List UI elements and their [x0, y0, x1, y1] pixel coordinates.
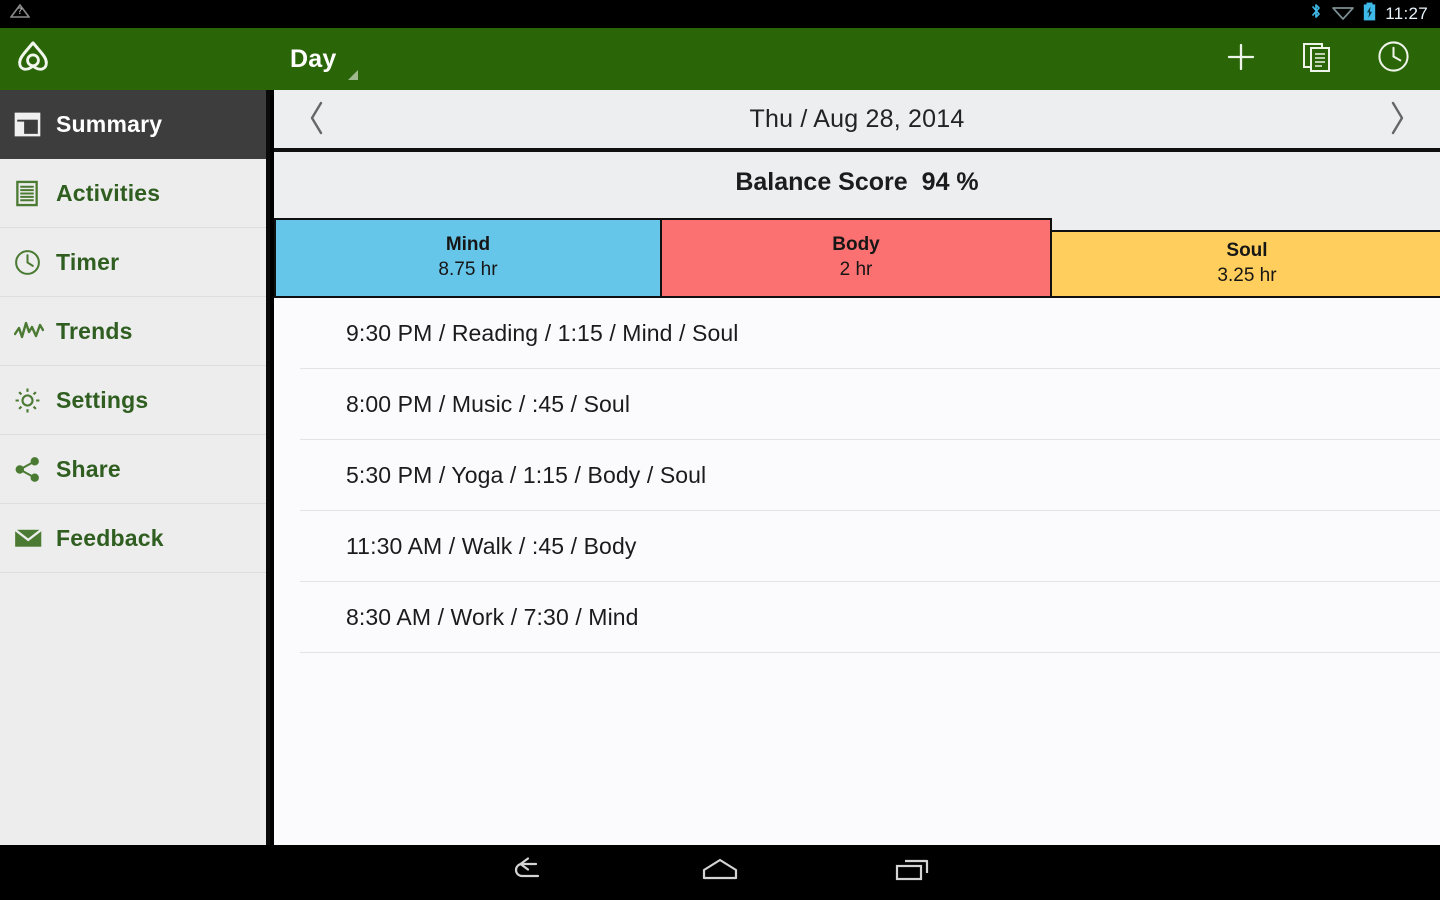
- category-breakdown-bar: Mind 8.75 hr Body 2 hr Soul 3.25 hr: [274, 212, 1440, 298]
- activity-text: 8:00 PM / Music / :45 / Soul: [346, 390, 631, 417]
- copy-documents-icon: [1302, 41, 1332, 78]
- share-icon: [14, 456, 56, 483]
- sidebar-item-label: Timer: [56, 248, 120, 275]
- activity-row[interactable]: 5:30 PM / Yoga / 1:15 / Body / Soul: [300, 440, 1440, 511]
- activity-text: 11:30 AM / Walk / :45 / Body: [346, 532, 637, 559]
- plus-icon: [1225, 41, 1257, 78]
- category-block-mind[interactable]: Mind 8.75 hr: [274, 218, 662, 298]
- activity-row[interactable]: 8:00 PM / Music / :45 / Soul: [300, 369, 1440, 440]
- next-day-button[interactable]: [1366, 90, 1428, 152]
- category-name: Mind: [445, 234, 491, 256]
- category-hours: 8.75 hr: [438, 259, 498, 281]
- category-hours: 2 hr: [839, 259, 873, 281]
- chevron-left-icon: [308, 101, 326, 141]
- copy-button[interactable]: [1300, 42, 1334, 76]
- date-navigation-bar: Thu / Aug 28, 2014: [274, 90, 1440, 152]
- activity-text: 5:30 PM / Yoga / 1:15 / Body / Soul: [346, 461, 707, 488]
- activity-row[interactable]: 11:30 AM / Walk / :45 / Body: [300, 511, 1440, 582]
- category-block-body[interactable]: Body 2 hr: [660, 218, 1052, 298]
- sidebar-item-settings[interactable]: Settings: [0, 366, 266, 435]
- list-icon: [14, 180, 56, 207]
- activity-list: 9:30 PM / Reading / 1:15 / Mind / Soul 8…: [274, 298, 1440, 653]
- home-icon: [699, 856, 741, 889]
- balance-score-label: Balance Score: [735, 167, 908, 196]
- svg-text:?: ?: [18, 7, 23, 17]
- battery-charging-icon: [1363, 2, 1376, 26]
- timer-button[interactable]: [1376, 40, 1410, 78]
- category-name: Soul: [1226, 240, 1268, 262]
- wifi-icon: [1332, 3, 1355, 26]
- sidebar-item-label: Activities: [56, 179, 161, 206]
- android-navigation-bar: [0, 845, 1440, 900]
- sidebar-item-summary[interactable]: Summary: [0, 90, 266, 159]
- sidebar-item-label: Share: [56, 455, 121, 482]
- category-block-soul[interactable]: Soul 3.25 hr: [1050, 230, 1440, 298]
- previous-day-button[interactable]: [286, 90, 348, 152]
- activity-text: 8:30 AM / Work / 7:30 / Mind: [346, 603, 639, 630]
- balance-score: Balance Score 94 %: [735, 168, 978, 197]
- envelope-icon: [14, 527, 56, 549]
- status-bar-clock: 11:27: [1385, 4, 1428, 23]
- sidebar-item-timer[interactable]: Timer: [0, 228, 266, 297]
- sidebar-item-activities[interactable]: Activities: [0, 159, 266, 228]
- add-button[interactable]: [1224, 42, 1258, 76]
- sidebar-item-label: Settings: [56, 386, 149, 413]
- balance-score-value: 94 %: [921, 167, 979, 196]
- recents-icon: [892, 856, 932, 889]
- app-logo-button[interactable]: [0, 37, 66, 82]
- sidebar-item-trends[interactable]: Trends: [0, 297, 266, 366]
- sidebar-item-feedback[interactable]: Feedback: [0, 504, 266, 573]
- dashboard-icon: [14, 111, 56, 138]
- clock-icon: [1377, 40, 1410, 78]
- main-content: Thu / Aug 28, 2014 Balance Score 94 % Min…: [274, 90, 1440, 845]
- sidebar-item-label: Feedback: [56, 524, 164, 551]
- current-date-label: Thu / Aug 28, 2014: [749, 104, 965, 133]
- view-mode-label: Day: [290, 44, 337, 73]
- home-button[interactable]: [690, 852, 750, 894]
- trend-line-icon: [14, 320, 56, 342]
- sidebar-item-label: Trends: [56, 317, 133, 344]
- activity-row[interactable]: 9:30 PM / Reading / 1:15 / Mind / Soul: [300, 298, 1440, 369]
- action-bar-buttons: [1224, 40, 1440, 78]
- gear-icon: [14, 387, 56, 414]
- balance-score-bar: Balance Score 94 %: [274, 152, 1440, 212]
- sidebar-item-share[interactable]: Share: [0, 435, 266, 504]
- status-bar-left: ?: [0, 3, 31, 26]
- dropdown-caret-icon: [348, 70, 359, 80]
- bluetooth-icon: [1309, 2, 1323, 26]
- tablet-screen: ? 11:27 Day Summary Activities Timer Tre…: [0, 0, 1440, 900]
- back-button[interactable]: [498, 852, 558, 894]
- status-bar-right: 11:27: [1309, 2, 1440, 26]
- back-arrow-icon: [508, 856, 548, 889]
- android-status-bar: ? 11:27: [0, 0, 1440, 28]
- notification-unknown-icon: ?: [9, 3, 31, 26]
- activity-text: 9:30 PM / Reading / 1:15 / Mind / Soul: [346, 319, 739, 346]
- triquetra-logo-icon: [13, 37, 53, 82]
- sidebar-item-label: Summary: [56, 110, 163, 137]
- app-action-bar: Day: [0, 28, 1440, 90]
- chevron-right-icon: [1388, 101, 1406, 141]
- navigation-sidebar: Summary Activities Timer Trends Settings…: [0, 90, 270, 900]
- activity-row[interactable]: 8:30 AM / Work / 7:30 / Mind: [300, 582, 1440, 653]
- category-name: Body: [832, 234, 880, 256]
- category-hours: 3.25 hr: [1217, 265, 1277, 287]
- recents-button[interactable]: [882, 852, 942, 894]
- clock-icon: [14, 249, 56, 276]
- view-mode-dropdown[interactable]: Day: [290, 28, 359, 90]
